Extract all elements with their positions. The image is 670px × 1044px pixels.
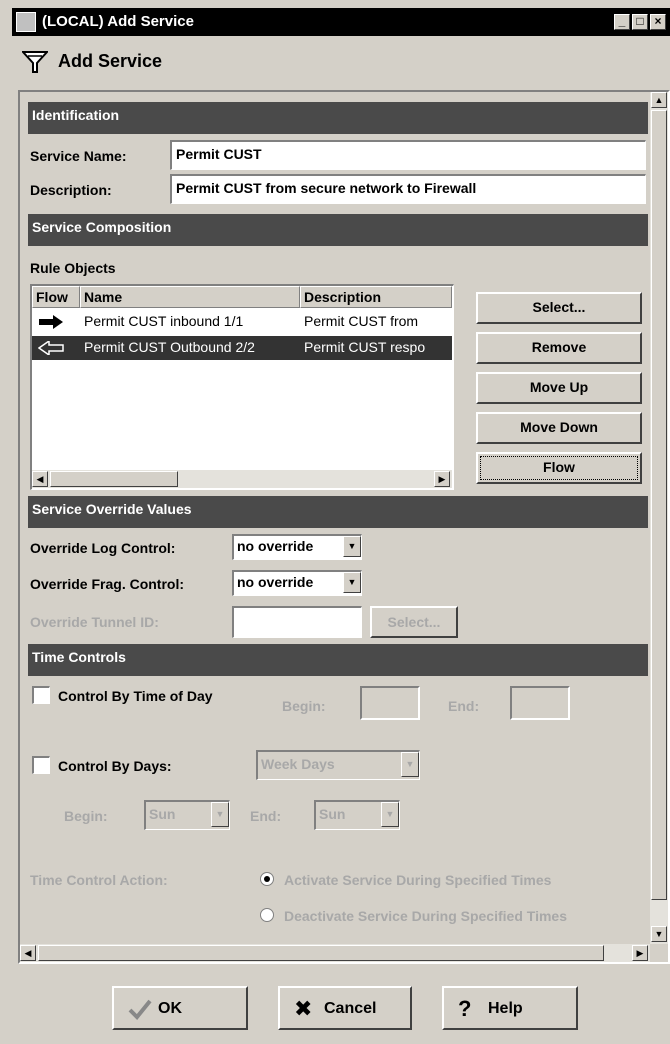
scroll-left-icon[interactable]: ◀ [20,945,36,961]
scroll-up-icon[interactable]: ▲ [651,92,667,108]
day-begin-label: Begin: [64,808,108,824]
service-name-field[interactable]: Permit CUST [170,140,646,170]
select-rule-button[interactable]: Select... [476,292,642,324]
page-title: Add Service [58,51,163,71]
chevron-down-icon[interactable]: ▼ [401,752,419,777]
override-log-label: Override Log Control: [30,540,176,556]
override-tunnel-label: Override Tunnel ID: [30,614,159,630]
service-name-label: Service Name: [30,148,127,164]
funnel-icon [22,51,48,73]
activate-radio[interactable] [260,872,274,886]
vertical-scroll-thumb[interactable] [651,110,667,900]
horizontal-scrollbar[interactable]: ◀ ▶ [20,944,650,962]
rule-objects-label: Rule Objects [30,260,116,276]
minimize-button[interactable]: _ [614,14,630,30]
scroll-panel: Identification Service Name: Permit CUST… [18,90,670,964]
window-title: (LOCAL) Add Service [42,13,194,30]
day-begin-value: Sun [149,806,176,822]
activate-label: Activate Service During Specified Times [284,872,552,888]
days-value: Week Days [261,756,335,772]
help-button[interactable]: ? Help [442,986,578,1030]
row-description: Permit CUST respo [304,339,426,355]
vertical-scrollbar[interactable]: ▲ ▼ [650,92,668,944]
description-label: Description: [30,182,112,198]
cancel-label: Cancel [324,1000,377,1017]
left-arrow-icon [38,341,64,355]
dialog-header: Add Service [12,36,670,84]
app-icon[interactable] [16,12,36,32]
maximize-button[interactable]: □ [632,14,648,30]
chevron-down-icon[interactable]: ▼ [381,802,399,827]
scroll-right-icon[interactable]: ▶ [632,945,648,961]
x-icon: ✖ [294,996,313,1021]
help-label: Help [488,1000,523,1017]
time-controls-header: Time Controls [28,644,648,676]
table-row-selected[interactable]: Permit CUST Outbound 2/2 Permit CUST res… [32,336,452,360]
table-row[interactable]: Permit CUST inbound 1/1 Permit CUST from [32,310,452,334]
table-scroll-thumb[interactable] [50,471,178,487]
chevron-down-icon[interactable]: ▼ [343,536,361,557]
override-frag-label: Override Frag. Control: [30,576,185,592]
deactivate-radio[interactable] [260,908,274,922]
identification-header: Identification [28,102,648,134]
column-header-flow[interactable]: Flow [32,286,80,308]
override-log-select[interactable]: no override ▼ [232,534,362,560]
check-icon [128,999,152,1020]
day-begin-select[interactable]: Sun ▼ [144,800,230,830]
chevron-down-icon[interactable]: ▼ [211,802,229,827]
days-checkbox[interactable] [32,756,50,774]
scroll-right-icon[interactable]: ▶ [434,471,450,487]
ok-button[interactable]: OK [112,986,248,1030]
row-description: Permit CUST from [304,313,419,329]
move-up-button[interactable]: Move Up [476,372,642,404]
tod-end-label: End: [448,698,480,714]
close-button[interactable]: × [650,14,666,30]
column-header-name[interactable]: Name [80,286,300,308]
question-icon: ? [458,996,472,1021]
override-frag-value: no override [237,574,314,590]
day-end-value: Sun [319,806,346,822]
move-down-button[interactable]: Move Down [476,412,642,444]
deactivate-label: Deactivate Service During Specified Time… [284,908,567,924]
day-end-label: End: [250,808,282,824]
time-control-action-label: Time Control Action: [30,872,168,888]
horizontal-scroll-thumb[interactable] [38,945,604,961]
days-label: Control By Days: [58,758,172,774]
tod-begin-field[interactable] [360,686,420,720]
day-end-select[interactable]: Sun ▼ [314,800,400,830]
row-name: Permit CUST inbound 1/1 [84,313,244,329]
ok-label: OK [158,1000,182,1017]
tod-begin-label: Begin: [282,698,326,714]
right-arrow-icon [39,315,63,329]
table-horizontal-scrollbar[interactable]: ◀ ▶ [32,470,452,488]
description-field[interactable]: Permit CUST from secure network to Firew… [170,174,646,204]
scroll-left-icon[interactable]: ◀ [32,471,48,487]
time-of-day-label: Control By Time of Day [58,688,213,704]
row-name: Permit CUST Outbound 2/2 [84,339,255,355]
cancel-button[interactable]: ✖ Cancel [278,986,412,1030]
column-header-description[interactable]: Description [300,286,452,308]
chevron-down-icon[interactable]: ▼ [343,572,361,593]
service-composition-header: Service Composition [28,214,648,246]
time-of-day-checkbox[interactable] [32,686,50,704]
tod-end-field[interactable] [510,686,570,720]
rule-objects-table[interactable]: Flow Name Description Permit CUST inboun… [30,284,454,490]
days-select[interactable]: Week Days ▼ [256,750,420,780]
service-override-header: Service Override Values [28,496,648,528]
override-frag-select[interactable]: no override ▼ [232,570,362,596]
override-tunnel-field[interactable] [232,606,362,638]
title-bar[interactable]: (LOCAL) Add Service _ □ × [12,8,670,36]
remove-button[interactable]: Remove [476,332,642,364]
tunnel-select-button[interactable]: Select... [370,606,458,638]
scroll-down-icon[interactable]: ▼ [651,926,667,942]
flow-button[interactable]: Flow [476,452,642,484]
override-log-value: no override [237,538,314,554]
